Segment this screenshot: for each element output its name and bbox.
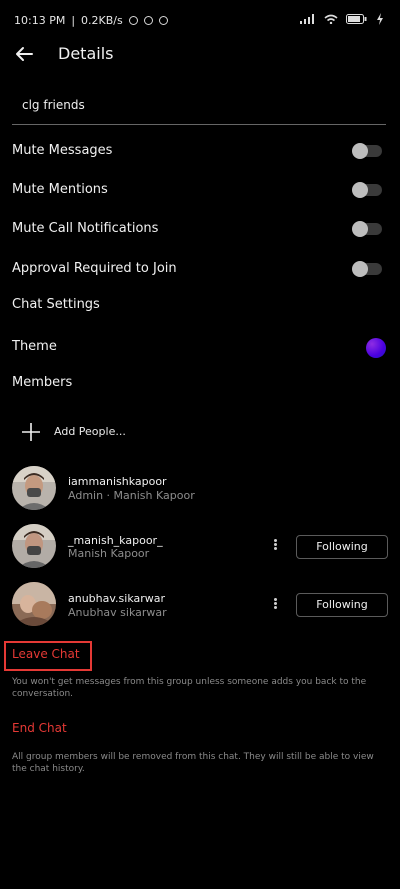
more-vertical-icon[interactable]	[272, 597, 278, 613]
status-left: 10:13 PM | 0.2KB/s	[14, 14, 168, 27]
add-people-button[interactable]: Add People...	[54, 425, 126, 438]
member-subtext: Admin · Manish Kapoor	[68, 489, 195, 502]
more-vertical-icon[interactable]	[272, 538, 278, 554]
network-speed: 0.2KB/s	[81, 14, 123, 27]
battery-icon	[346, 14, 367, 24]
approval-required-toggle[interactable]	[352, 261, 382, 277]
mute-mentions-toggle[interactable]	[352, 182, 382, 198]
approval-required-label: Approval Required to Join	[12, 261, 177, 276]
status-right	[300, 13, 384, 25]
wifi-icon	[324, 14, 338, 24]
members-heading: Members	[12, 375, 73, 390]
member-subtext: Manish Kapoor	[68, 547, 150, 560]
toggle-knob	[352, 261, 368, 277]
theme-color-swatch[interactable]	[366, 338, 386, 358]
following-button[interactable]: Following	[296, 535, 388, 559]
mute-call-notifications-toggle[interactable]	[352, 221, 382, 237]
toggle-knob	[352, 143, 368, 159]
leave-chat-button[interactable]: Leave Chat	[12, 647, 80, 661]
group-name-input[interactable]: clg friends	[22, 98, 85, 112]
status-bar: 10:13 PM | 0.2KB/s	[0, 0, 400, 40]
messenger-icon	[143, 16, 153, 25]
mute-mentions-label: Mute Mentions	[12, 182, 108, 197]
member-username[interactable]: anubhav.sikarwar	[68, 592, 165, 605]
avatar-photo	[12, 466, 56, 510]
member-username[interactable]: _manish_kapoor_	[68, 534, 163, 547]
end-chat-button[interactable]: End Chat	[12, 721, 67, 735]
notification-icon	[128, 16, 138, 25]
toggle-knob	[352, 221, 368, 237]
status-divider: |	[71, 14, 76, 27]
theme-label[interactable]: Theme	[12, 339, 57, 354]
signal-icon	[300, 14, 314, 24]
instagram-icon	[158, 16, 168, 25]
leave-chat-description: You won't get messages from this group u…	[12, 677, 367, 699]
mute-messages-toggle[interactable]	[352, 143, 382, 159]
member-subtext: Anubhav sikarwar	[68, 606, 167, 619]
avatar-photo	[12, 582, 56, 626]
avatar-photo	[12, 524, 56, 568]
toggle-knob	[352, 182, 368, 198]
page-title: Details	[58, 44, 114, 63]
member-username[interactable]: iammanishkapoor	[68, 475, 167, 488]
plus-icon[interactable]	[20, 421, 42, 443]
mute-call-notifications-label: Mute Call Notifications	[12, 221, 159, 236]
status-time: 10:13 PM	[14, 14, 66, 27]
group-name-underline	[12, 124, 386, 125]
avatar[interactable]	[12, 582, 56, 626]
following-button[interactable]: Following	[296, 593, 388, 617]
charging-icon	[377, 13, 383, 25]
end-chat-description: All group members will be removed from t…	[12, 752, 374, 774]
arrow-left-icon[interactable]	[12, 42, 36, 66]
chat-settings-heading: Chat Settings	[12, 297, 100, 312]
avatar[interactable]	[12, 524, 56, 568]
avatar[interactable]	[12, 466, 56, 510]
mute-messages-label: Mute Messages	[12, 143, 113, 158]
